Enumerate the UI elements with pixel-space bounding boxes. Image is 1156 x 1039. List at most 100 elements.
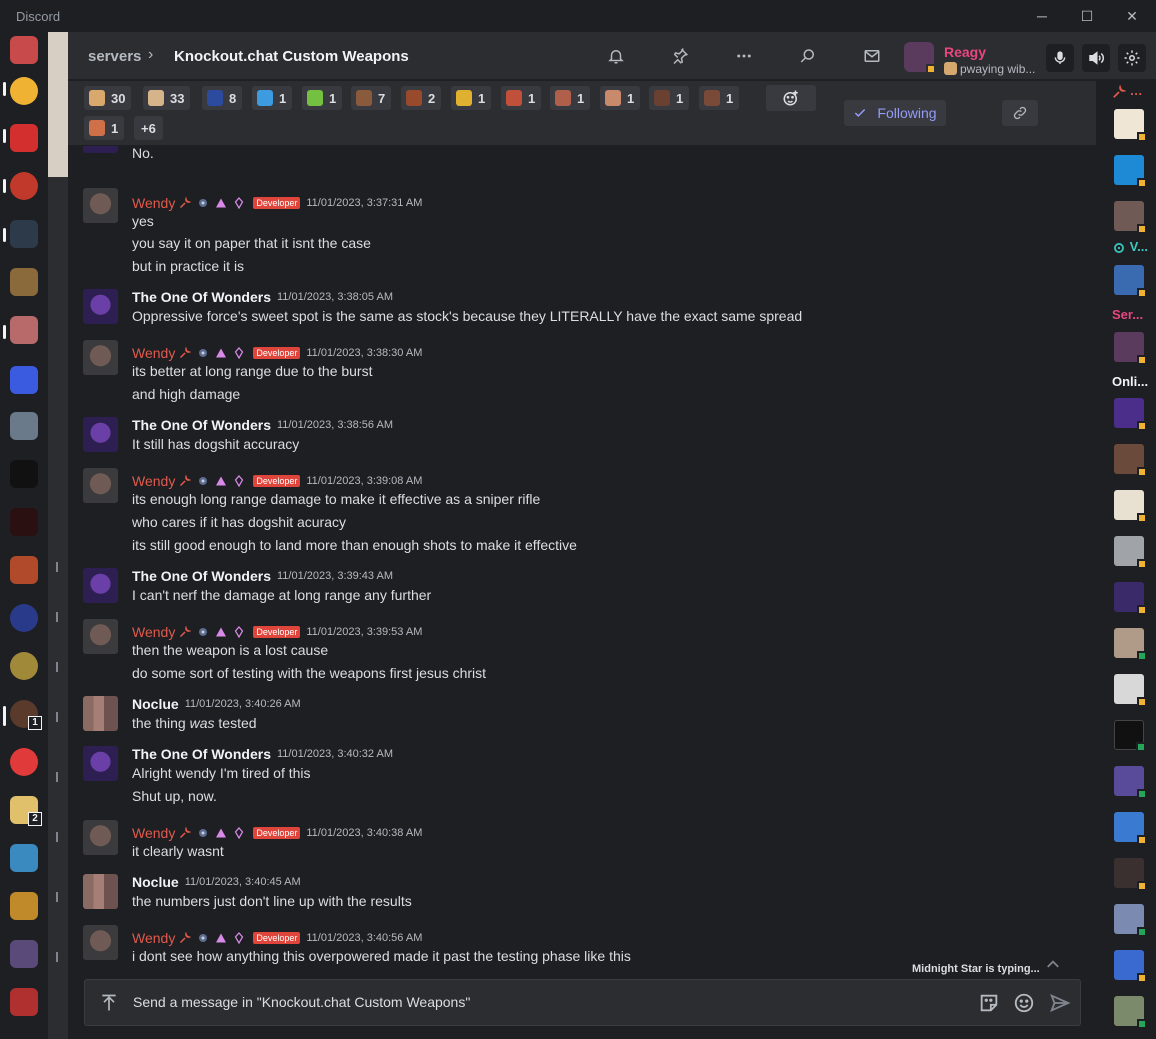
server-icon[interactable] <box>10 268 38 296</box>
user-avatar[interactable] <box>83 874 118 909</box>
server-icon[interactable] <box>10 604 38 632</box>
reaction-chip[interactable]: 30 <box>84 86 132 110</box>
inbox-icon[interactable] <box>860 44 884 68</box>
server-icon[interactable] <box>10 220 38 248</box>
user-avatar[interactable] <box>83 619 118 654</box>
add-reaction-button[interactable] <box>766 85 816 111</box>
message-author[interactable]: Wendy <box>132 345 175 361</box>
member-avatar[interactable] <box>1114 996 1147 1029</box>
pin-icon[interactable] <box>668 44 692 68</box>
folder-icon[interactable] <box>10 366 38 394</box>
server-icon[interactable] <box>10 460 38 488</box>
member-avatar[interactable] <box>1114 265 1147 298</box>
server-icon[interactable] <box>10 892 38 920</box>
member-avatar[interactable] <box>1114 332 1147 365</box>
member-avatar[interactable] <box>1114 766 1147 799</box>
user-avatar[interactable] <box>83 568 118 603</box>
member-avatar[interactable] <box>1114 950 1147 983</box>
server-icon[interactable] <box>10 77 38 105</box>
message-author[interactable]: The One Of Wonders <box>132 568 271 584</box>
message-author[interactable]: Noclue <box>132 874 179 890</box>
user-avatar[interactable] <box>83 340 118 375</box>
settings-button[interactable] <box>1118 44 1146 72</box>
reaction-chip[interactable]: 1 <box>699 86 740 110</box>
member-avatar[interactable] <box>1114 674 1147 707</box>
user-avatar[interactable] <box>83 820 118 855</box>
maximize-button[interactable]: ☐ <box>1077 6 1097 26</box>
speaker-button[interactable] <box>1082 44 1110 72</box>
close-button[interactable]: ✕ <box>1122 6 1142 26</box>
breadcrumb-servers[interactable]: servers <box>88 48 141 65</box>
microphone-button[interactable] <box>1046 44 1074 72</box>
member-avatar[interactable] <box>1114 490 1147 523</box>
member-avatar[interactable] <box>1114 904 1147 937</box>
user-avatar[interactable] <box>83 468 118 503</box>
user-avatar[interactable] <box>83 925 118 960</box>
reaction-chip[interactable]: 8 <box>202 86 243 110</box>
server-icon[interactable] <box>10 988 38 1016</box>
server-icon[interactable] <box>10 36 38 64</box>
user-panel[interactable]: Reagy pwaying wib... <box>904 40 1044 76</box>
reaction-chip[interactable]: 1 <box>451 86 492 110</box>
server-icon[interactable] <box>10 412 38 440</box>
member-avatar[interactable] <box>1114 444 1147 477</box>
bell-icon[interactable] <box>604 44 628 68</box>
user-avatar[interactable] <box>83 289 118 324</box>
user-avatar[interactable] <box>83 746 118 781</box>
message-author[interactable]: Wendy <box>132 195 175 211</box>
reaction-chip[interactable]: 7 <box>351 86 392 110</box>
user-avatar[interactable] <box>83 417 118 452</box>
message-author[interactable]: The One Of Wonders <box>132 417 271 433</box>
member-avatar[interactable] <box>1114 155 1147 188</box>
member-avatar[interactable] <box>1114 582 1147 615</box>
message-author[interactable]: The One Of Wonders <box>132 289 271 305</box>
user-avatar[interactable] <box>904 42 936 74</box>
reaction-chip[interactable]: 1 <box>600 86 641 110</box>
server-icon[interactable] <box>10 316 38 344</box>
server-icon[interactable] <box>10 652 38 680</box>
search-icon[interactable] <box>796 44 820 68</box>
reaction-chip[interactable]: 1 <box>550 86 591 110</box>
reaction-chip[interactable]: 1 <box>649 86 690 110</box>
member-avatar[interactable] <box>1114 398 1147 431</box>
more-icon[interactable] <box>732 44 756 68</box>
user-avatar[interactable] <box>83 696 118 731</box>
more-reactions-button[interactable]: +6 <box>134 116 163 140</box>
member-avatar[interactable] <box>1114 812 1147 845</box>
server-icon[interactable] <box>10 556 38 584</box>
upload-icon[interactable] <box>99 992 119 1014</box>
member-avatar[interactable] <box>1114 720 1146 752</box>
message-author[interactable]: Wendy <box>132 473 175 489</box>
member-avatar[interactable] <box>1114 536 1147 569</box>
message-author[interactable]: Wendy <box>132 825 175 841</box>
member-avatar[interactable] <box>1114 201 1147 234</box>
server-icon[interactable] <box>10 940 38 968</box>
message-composer[interactable]: Send a message in "Knockout.chat Custom … <box>84 979 1081 1026</box>
member-avatar[interactable] <box>1114 109 1147 142</box>
message-author[interactable]: Noclue <box>132 696 179 712</box>
server-icon[interactable] <box>10 844 38 872</box>
user-avatar[interactable] <box>83 146 118 153</box>
server-icon[interactable] <box>10 172 38 200</box>
sticker-icon[interactable] <box>978 992 1000 1014</box>
message-author[interactable]: Wendy <box>132 930 175 946</box>
following-button[interactable]: Following <box>844 100 946 126</box>
jump-up-icon[interactable] <box>1046 956 1060 972</box>
message-input[interactable]: Send a message in "Knockout.chat Custom … <box>133 994 470 1010</box>
message-author[interactable]: Wendy <box>132 624 175 640</box>
reaction-chip[interactable]: 1 <box>84 116 125 140</box>
reaction-chip[interactable]: 2 <box>401 86 442 110</box>
reaction-chip[interactable]: 33 <box>143 86 191 110</box>
reaction-chip[interactable]: 1 <box>501 86 542 110</box>
server-icon[interactable] <box>10 508 38 536</box>
server-icon[interactable] <box>10 124 38 152</box>
reaction-chip[interactable]: 1 <box>302 86 343 110</box>
emoji-icon[interactable] <box>1013 992 1035 1014</box>
member-avatar[interactable] <box>1114 858 1147 891</box>
copy-link-button[interactable] <box>1002 100 1038 126</box>
member-avatar[interactable] <box>1114 628 1147 661</box>
minimize-button[interactable]: ─ <box>1032 6 1052 26</box>
reaction-chip[interactable]: 1 <box>252 86 293 110</box>
send-icon[interactable] <box>1049 992 1071 1014</box>
server-icon[interactable] <box>10 748 38 776</box>
